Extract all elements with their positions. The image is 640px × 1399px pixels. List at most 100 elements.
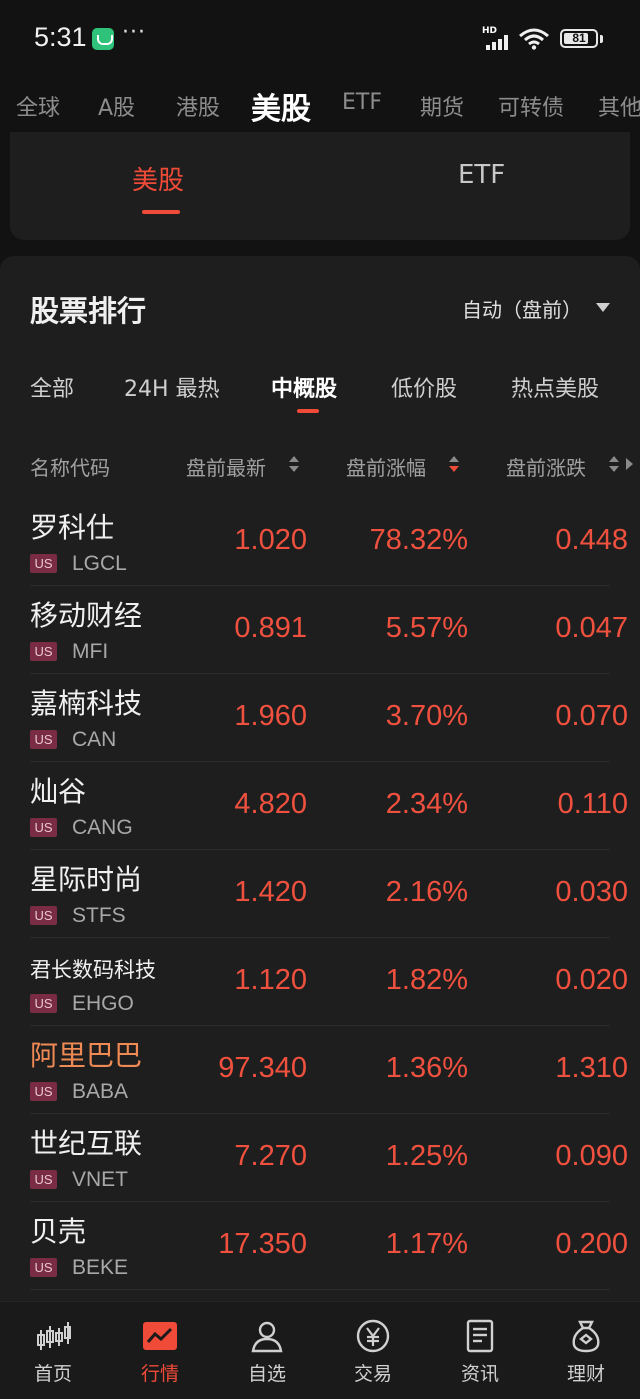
money-bag-icon [572, 1320, 600, 1353]
premarket-price: 97.340 [218, 1052, 307, 1084]
us-market-badge: US [30, 818, 57, 837]
chevron-down-icon[interactable] [596, 303, 610, 312]
stock-name: 移动财经 [30, 599, 143, 632]
premarket-pct: 2.16% [385, 876, 468, 908]
premarket-price: 1.420 [234, 876, 307, 908]
premarket-price: 1.120 [234, 964, 307, 996]
tab-a-share[interactable]: A股 [98, 90, 135, 122]
stock-name: 灿谷 [30, 775, 87, 808]
premarket-price: 4.820 [234, 788, 307, 820]
tab-etf[interactable]: ETF [342, 90, 382, 115]
tab-hk-stock[interactable]: 港股 [176, 90, 220, 122]
tab-others[interactable]: 其他 [598, 90, 640, 122]
premarket-pct: 3.70% [385, 700, 468, 732]
sort-icon[interactable] [289, 456, 299, 472]
ranking-title: 股票排行 [30, 294, 147, 328]
us-market-badge: US [30, 994, 57, 1013]
sub-tab-etf[interactable]: ETF [458, 160, 505, 190]
premarket-price: 1.020 [234, 524, 307, 556]
more-notifications-icon: ··· [122, 20, 146, 45]
nav-trade[interactable]: 交易 [320, 1302, 426, 1399]
us-market-badge: US [30, 1170, 57, 1189]
stock-row[interactable]: 嘉楠科技 US CAN 1.960 3.70% 0.070 [0, 674, 640, 762]
stock-row[interactable]: 贝壳 US BEKE 17.350 1.17% 0.200 [0, 1202, 640, 1290]
sort-desc-icon[interactable] [449, 456, 459, 472]
tab-convertible-bonds[interactable]: 可转债 [498, 90, 564, 122]
nav-watchlist[interactable]: 自选 [214, 1302, 320, 1399]
filter-all[interactable]: 全部 [30, 371, 74, 403]
stock-row[interactable]: 灿谷 US CANG 4.820 2.34% 0.110 [0, 762, 640, 850]
battery-percent: 81 [572, 31, 586, 45]
us-market-badge: US [30, 642, 57, 661]
premarket-change: 0.070 [555, 700, 628, 732]
premarket-price: 1.960 [234, 700, 307, 732]
column-premarket-change[interactable]: 盘前涨跌 [506, 452, 586, 481]
us-market-badge: US [30, 554, 57, 573]
premarket-pct: 78.32% [369, 524, 468, 556]
premarket-pct: 1.17% [385, 1228, 468, 1260]
stock-code: BABA [72, 1080, 129, 1103]
tab-global[interactable]: 全球 [16, 90, 60, 122]
premarket-change: 0.448 [555, 524, 628, 556]
battery-cap [600, 35, 603, 43]
nav-wealth[interactable]: 理财 [533, 1302, 639, 1399]
stock-code: STFS [72, 904, 126, 927]
stock-row[interactable]: 罗科仕 US LGCL 1.020 78.32% 0.448 [0, 498, 640, 586]
stock-row[interactable]: 星际时尚 US STFS 1.420 2.16% 0.030 [0, 850, 640, 938]
filter-low-price[interactable]: 低价股 [391, 371, 457, 403]
stock-name: 罗科仕 [30, 511, 115, 544]
premarket-pct: 1.36% [385, 1052, 468, 1084]
premarket-change: 1.310 [555, 1052, 628, 1084]
premarket-change: 0.030 [555, 876, 628, 908]
battery-icon: 81 [560, 29, 598, 48]
column-premarket-pct[interactable]: 盘前涨幅 [346, 452, 426, 481]
sub-tab-us-stock[interactable]: 美股 [132, 160, 184, 197]
filter-24h-hot[interactable]: 24H 最热 [124, 371, 220, 403]
tab-us-stock[interactable]: 美股 [251, 84, 311, 128]
candlestick-icon [37, 1322, 71, 1350]
stock-name: 嘉楠科技 [30, 687, 143, 720]
stock-code: EHGO [72, 992, 134, 1015]
premarket-pct: 5.57% [385, 612, 468, 644]
stock-name: 世纪互联 [30, 1127, 143, 1160]
filter-indicator [297, 409, 319, 413]
ranking-mode-selector[interactable]: 自动（盘前） [462, 294, 582, 323]
user-watchlist-icon [251, 1321, 283, 1353]
row-divider [30, 1289, 610, 1290]
yen-coin-icon [356, 1319, 390, 1353]
premarket-price: 7.270 [234, 1140, 307, 1172]
signal-icon [486, 34, 512, 50]
nav-news-label: 资讯 [460, 1363, 499, 1385]
nav-market[interactable]: 行情 [107, 1302, 213, 1399]
stock-row[interactable]: 阿里巴巴 US BABA 97.340 1.36% 1.310 [0, 1026, 640, 1114]
filter-hot-us-stocks[interactable]: 热点美股 [511, 371, 599, 403]
stock-row[interactable]: 移动财经 US MFI 0.891 5.57% 0.047 [0, 586, 640, 674]
nav-market-label: 行情 [140, 1363, 179, 1385]
bottom-nav: 首页 行情 自选 交易 资讯 理财 [0, 1301, 640, 1399]
us-market-badge: US [30, 1082, 57, 1101]
stock-name: 贝壳 [30, 1215, 87, 1248]
nav-news[interactable]: 资讯 [427, 1302, 533, 1399]
stock-code: BEKE [72, 1256, 129, 1279]
filter-china-concept[interactable]: 中概股 [271, 371, 337, 403]
stock-row[interactable]: 君长数码科技 US EHGO 1.120 1.82% 0.020 [0, 938, 640, 1026]
stock-ranking-card: 股票排行 自动（盘前） 全部 24H 最热 中概股 低价股 热点美股 名称代码 … [0, 256, 640, 1306]
nav-home[interactable]: 首页 [0, 1302, 106, 1399]
premarket-pct: 1.82% [385, 964, 468, 996]
tab-futures[interactable]: 期货 [420, 90, 464, 122]
scroll-right-icon[interactable] [626, 458, 633, 470]
premarket-price: 0.891 [234, 612, 307, 644]
stock-row[interactable]: 世纪互联 US VNET 7.270 1.25% 0.090 [0, 1114, 640, 1202]
status-bar: 5:31 ··· HD 81 [0, 0, 640, 78]
stock-code: MFI [72, 640, 109, 663]
sort-icon[interactable] [609, 456, 619, 472]
wifi-icon [519, 28, 549, 50]
market-tabs: 全球 A股 港股 美股 ETF 期货 可转债 其他 [0, 78, 640, 132]
news-document-icon [466, 1319, 494, 1353]
status-time: 5:31 [34, 22, 87, 52]
column-premarket-price[interactable]: 盘前最新 [186, 452, 266, 481]
stock-name: 星际时尚 [30, 863, 143, 896]
us-market-badge: US [30, 906, 57, 925]
column-name-code: 名称代码 [30, 456, 110, 480]
premarket-price: 17.350 [218, 1228, 307, 1260]
